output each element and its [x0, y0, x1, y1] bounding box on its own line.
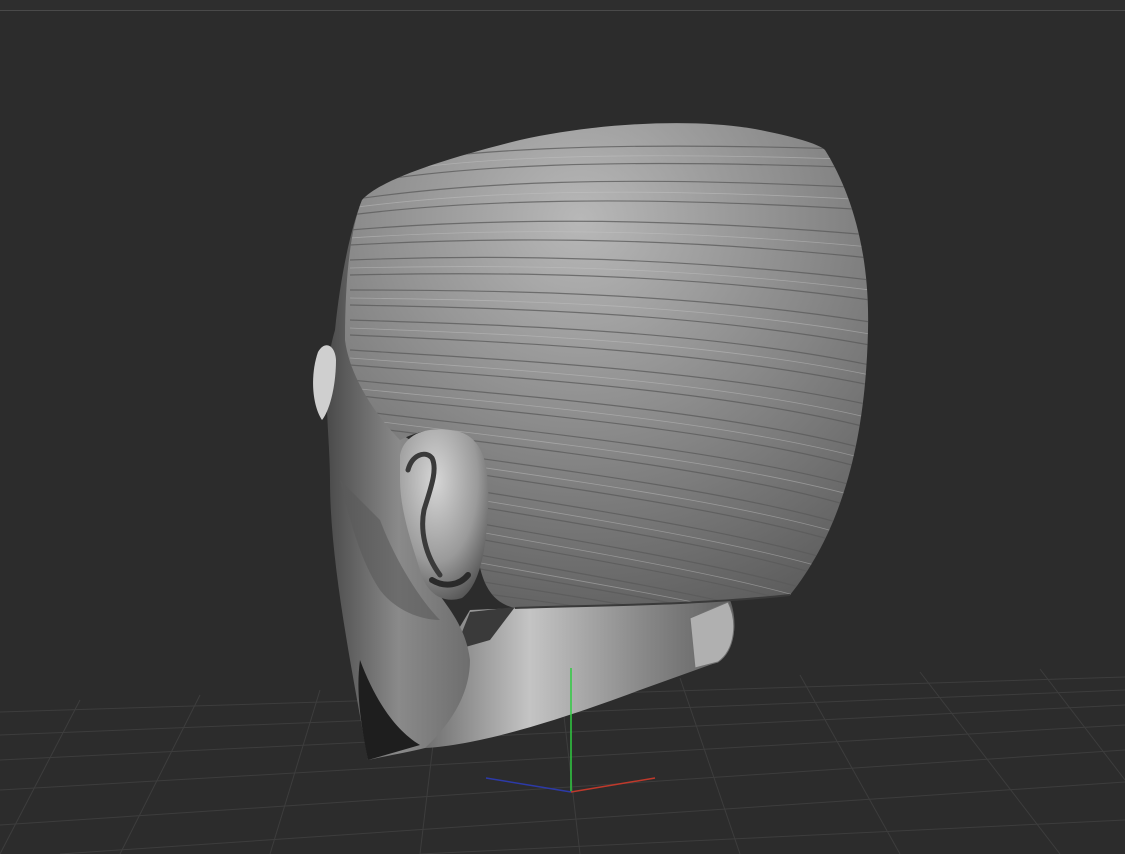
x-axis-line — [570, 777, 656, 793]
viewport-scene[interactable] — [0, 0, 1125, 854]
3d-viewport[interactable] — [0, 0, 1125, 854]
